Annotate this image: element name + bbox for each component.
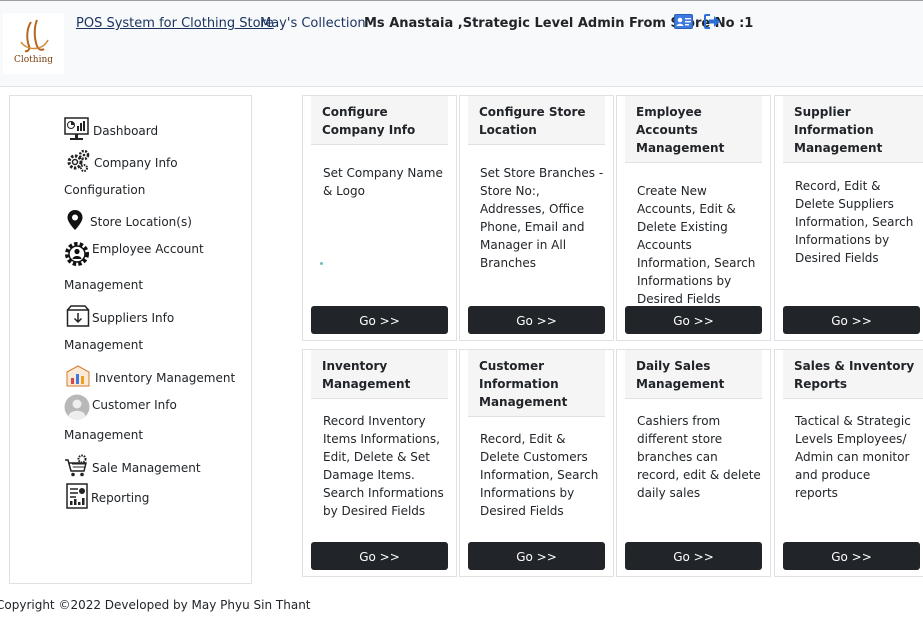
sidebar-item-label: Customer Info	[92, 398, 177, 412]
sidebar-item-dashboard[interactable]: Dashboard	[64, 117, 158, 144]
card-title: Sales & Inventory Reports	[783, 350, 923, 399]
user-gear-icon	[64, 240, 90, 271]
card-description: Record, Edit & Delete Suppliers Informat…	[795, 179, 914, 265]
sidebar-item-label: Suppliers Info	[92, 310, 175, 325]
go-button-inventory[interactable]: Go >>	[311, 542, 448, 570]
header-bar: Clothing POS System for Clothing Store M…	[0, 1, 923, 87]
supplier-box-icon	[66, 304, 90, 331]
card-description: Cashiers from different store branches c…	[637, 414, 761, 500]
card-description: Set Store Branches - Store No:, Addresse…	[480, 166, 604, 270]
sidebar-item-reporting[interactable]: Reporting	[66, 483, 149, 512]
card-title: Configure Company Info	[311, 96, 448, 145]
sidebar-item-store-locations[interactable]: Store Location(s)	[66, 209, 192, 234]
sidebar-item-customer-info[interactable]: Customer Info	[64, 394, 177, 423]
sidebar-item-inventory-management[interactable]: Inventory Management	[66, 364, 235, 391]
card-title: Employee Accounts Management	[625, 96, 762, 163]
sidebar-item-label: Reporting	[91, 490, 150, 505]
card-inventory-management: Inventory Management Record Inventory It…	[302, 349, 457, 577]
go-button-daily-sales[interactable]: Go >>	[625, 542, 762, 570]
sidebar-item-label-continued[interactable]: Configuration	[64, 183, 145, 197]
card-customer-info: Customer Information Management Record, …	[459, 349, 614, 577]
gears-icon	[66, 149, 90, 176]
sidebar-nav: Dashboard Company Info Configuration Sto…	[9, 95, 252, 584]
profile-card-icon[interactable]	[674, 14, 693, 33]
card-supplier-info: Supplier Information Management Record, …	[774, 95, 923, 341]
card-title: Configure Store Location	[468, 96, 605, 145]
logo-text: Clothing	[13, 55, 54, 65]
card-title: Daily Sales Management	[625, 350, 762, 399]
dashboard-icon	[64, 117, 89, 144]
card-description: Record Inventory Items Informations, Edi…	[323, 414, 444, 518]
app-title-link[interactable]: POS System for Clothing Store	[76, 16, 274, 31]
logout-icon[interactable]	[704, 14, 721, 33]
go-button-store-location[interactable]: Go >>	[468, 306, 605, 334]
go-button-reports[interactable]: Go >>	[783, 542, 920, 570]
sidebar-item-label: Sale Management	[92, 460, 201, 475]
card-company-info: Configure Company Info Set Company Name …	[302, 95, 457, 341]
user-info: Ms Anastaia ,Strategic Level Admin From …	[364, 16, 754, 31]
card-description: Record, Edit & Delete Customers Informat…	[480, 432, 599, 518]
avatar-icon	[64, 394, 90, 423]
report-icon	[66, 483, 88, 512]
sidebar-item-label-continued[interactable]: Management	[64, 278, 143, 292]
go-button-customer-info[interactable]: Go >>	[468, 542, 605, 570]
sidebar-item-label: Company Info	[94, 155, 178, 170]
go-button-company-info[interactable]: Go >>	[311, 306, 448, 334]
sidebar-item-label: Dashboard	[93, 123, 159, 138]
loading-dot	[320, 262, 323, 265]
card-description: Tactical & Strategic Levels Employees/ A…	[795, 414, 911, 500]
store-name: May's Collection	[260, 16, 366, 31]
sidebar-item-company-info[interactable]: Company Info	[66, 149, 178, 176]
card-daily-sales: Daily Sales Management Cashiers from dif…	[616, 349, 771, 577]
sidebar-item-sale-management[interactable]: Sale Management	[64, 454, 201, 481]
sidebar-item-suppliers-info[interactable]: Suppliers Info	[66, 304, 174, 331]
card-reports: Sales & Inventory Reports Tactical & Str…	[774, 349, 923, 577]
logo-mark-icon	[20, 19, 49, 53]
sidebar-item-label: Employee Account	[92, 242, 204, 256]
cart-gear-icon	[64, 454, 90, 481]
sidebar-item-label-continued[interactable]: Management	[64, 428, 143, 442]
sidebar-item-label-continued[interactable]: Management	[64, 338, 143, 352]
card-store-location: Configure Store Location Set Store Branc…	[459, 95, 614, 341]
card-employee-accounts: Employee Accounts Management Create New …	[616, 95, 771, 341]
map-pin-icon	[66, 209, 84, 234]
go-button-supplier-info[interactable]: Go >>	[783, 306, 920, 334]
sidebar-item-label: Inventory Management	[95, 370, 236, 385]
inventory-chart-icon	[66, 364, 90, 391]
company-logo[interactable]: Clothing	[3, 13, 64, 74]
sidebar-item-employee-account[interactable]: Employee Account	[64, 240, 204, 271]
card-title: Customer Information Management	[468, 350, 605, 417]
go-button-employee-accounts[interactable]: Go >>	[625, 306, 762, 334]
card-title: Inventory Management	[311, 350, 448, 399]
sidebar-item-label: Store Location(s)	[90, 214, 192, 229]
footer-copyright: Copyright ©2022 Developed by May Phyu Si…	[0, 598, 311, 612]
card-description: Set Company Name & Logo	[323, 166, 443, 198]
card-description: Create New Accounts, Edit & Delete Exist…	[637, 184, 756, 306]
card-title: Supplier Information Management	[783, 96, 923, 163]
